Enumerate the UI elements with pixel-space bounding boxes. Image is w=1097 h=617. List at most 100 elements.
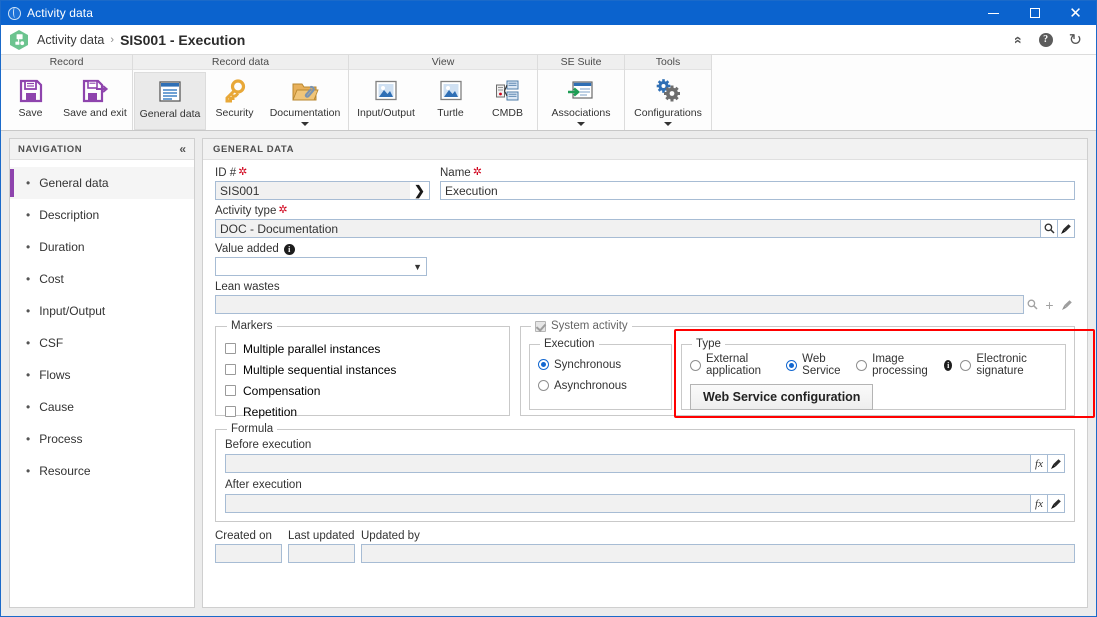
value-added-select[interactable]: ▼ — [215, 257, 427, 276]
after-execution-formula-icon[interactable]: fx — [1031, 494, 1048, 513]
maximize-button[interactable] — [1014, 1, 1055, 25]
navigation-title: NAVIGATION — [18, 143, 83, 155]
associations-icon — [567, 77, 595, 105]
save-and-exit-button[interactable]: Save and exit — [59, 72, 131, 130]
sidebar-item-resource[interactable]: • Resource — [10, 455, 194, 487]
chevron-down-icon[interactable] — [301, 122, 309, 126]
id-field-label: ID # — [215, 167, 430, 179]
sidebar-item-cost[interactable]: • Cost — [10, 263, 194, 295]
sidebar-item-label: Description — [39, 208, 100, 222]
execution-option-synchronous[interactable]: Synchronous — [538, 354, 663, 375]
security-label: Security — [215, 107, 254, 119]
minimize-button[interactable] — [973, 1, 1014, 25]
execution-group: Execution Synchronous Asynchronous — [529, 338, 672, 410]
before-execution-formula-icon[interactable]: fx — [1031, 454, 1048, 473]
cmdb-label: CMDB — [492, 107, 523, 119]
save-button[interactable]: Save — [2, 72, 59, 130]
cmdb-network-icon — [495, 77, 521, 105]
lean-wastes-add-icon[interactable]: + — [1041, 295, 1058, 314]
close-button[interactable]: ✕ — [1055, 1, 1096, 25]
lean-wastes-clear-icon[interactable] — [1058, 295, 1075, 314]
last-updated-input[interactable] — [288, 544, 355, 563]
marker-label: Multiple sequential instances — [243, 362, 397, 377]
turtle-label: Turtle — [437, 107, 464, 119]
security-button[interactable]: Security — [206, 72, 263, 130]
id-lookup-button[interactable]: ❯ — [410, 181, 430, 200]
marker-multiple-parallel-instances[interactable]: Multiple parallel instances — [225, 338, 500, 359]
value-added-label: Value added i — [215, 243, 427, 255]
activity-type-clear-icon[interactable] — [1058, 219, 1075, 238]
execution-option-asynchronous[interactable]: Asynchronous — [538, 375, 663, 396]
general-data-form: ID # ❯ Name — [203, 160, 1095, 563]
updated-by-input[interactable] — [361, 544, 1075, 563]
chevron-down-icon[interactable] — [664, 122, 672, 126]
created-on-input[interactable] — [215, 544, 282, 563]
gears-icon — [654, 77, 682, 105]
radio[interactable] — [538, 359, 549, 370]
id-input[interactable] — [215, 181, 410, 200]
save-and-exit-icon — [81, 77, 109, 105]
sidebar-item-duration[interactable]: • Duration — [10, 231, 194, 263]
sidebar-item-input-output[interactable]: • Input/Output — [10, 295, 194, 327]
marker-repetition[interactable]: Repetition — [225, 401, 500, 422]
marker-label: Repetition — [243, 404, 298, 419]
ribbon-group-se-suite: SE Suite Associations — [538, 55, 625, 130]
cmdb-button[interactable]: CMDB — [479, 72, 536, 130]
required-marker-icon — [238, 168, 248, 178]
before-execution-clear-icon[interactable] — [1048, 454, 1065, 473]
main-panel: GENERAL DATA ID # ❯ — [202, 138, 1095, 608]
minimize-icon — [988, 12, 999, 14]
after-execution-label: After execution — [225, 479, 302, 491]
application-window: Activity data ✕ Activity data › SIS001 -… — [0, 0, 1097, 617]
marker-compensation[interactable]: Compensation — [225, 380, 500, 401]
associations-button[interactable]: Associations — [539, 72, 623, 130]
sidebar-item-cause[interactable]: • Cause — [10, 391, 194, 423]
execution-option-label: Synchronous — [554, 358, 622, 371]
after-execution-clear-icon[interactable] — [1048, 494, 1065, 513]
after-execution-input[interactable] — [225, 494, 1031, 513]
system-activity-checkbox[interactable] — [535, 320, 546, 332]
close-icon: ✕ — [1069, 3, 1082, 22]
page-title: SIS001 - Execution — [120, 31, 246, 48]
breadcrumb-root[interactable]: Activity data — [37, 33, 104, 47]
sidebar-item-description[interactable]: • Description — [10, 199, 194, 231]
radio[interactable] — [538, 380, 549, 391]
documentation-label: Documentation — [269, 107, 341, 119]
lean-wastes-search-icon[interactable] — [1024, 295, 1041, 314]
sidebar-item-general-data[interactable]: • General data — [10, 167, 194, 199]
activity-type-search-icon[interactable] — [1041, 219, 1058, 238]
configurations-label: Configurations — [634, 107, 702, 119]
documentation-button[interactable]: Documentation — [263, 72, 347, 130]
marker-multiple-sequential-instances[interactable]: Multiple sequential instances — [225, 359, 500, 380]
general-data-button[interactable]: General data — [134, 72, 206, 130]
breadcrumb-bar: Activity data › SIS001 - Execution « ? ↻ — [1, 25, 1096, 55]
configurations-button[interactable]: Configurations — [626, 72, 710, 130]
breadcrumb-separator: › — [110, 33, 115, 46]
updated-by-label: Updated by — [361, 530, 420, 542]
before-execution-input[interactable] — [225, 454, 1031, 473]
sidebar-item-label: Cause — [39, 400, 74, 414]
sidebar-item-flows[interactable]: • Flows — [10, 359, 194, 391]
ribbon-toolbar: Record Save Save and exit Record data Ge… — [1, 55, 1096, 131]
collapse-ribbon-icon[interactable]: « — [1011, 36, 1027, 44]
activity-type-input[interactable] — [215, 219, 1041, 238]
checkbox[interactable] — [225, 406, 236, 417]
collapse-sidebar-icon[interactable]: « — [179, 142, 186, 156]
lean-wastes-input[interactable] — [215, 295, 1024, 314]
sidebar-item-csf[interactable]: • CSF — [10, 327, 194, 359]
ribbon-group-record: Record Save Save and exit — [1, 55, 133, 130]
input-output-button[interactable]: Input/Output — [350, 72, 422, 130]
name-input[interactable] — [440, 181, 1075, 200]
general-data-label: General data — [139, 108, 201, 120]
turtle-button[interactable]: Turtle — [422, 72, 479, 130]
help-icon[interactable]: ? — [1038, 32, 1053, 47]
refresh-icon[interactable]: ↻ — [1069, 30, 1082, 50]
title-bar: Activity data ✕ — [1, 1, 1096, 25]
checkbox[interactable] — [225, 385, 236, 396]
sidebar-item-process[interactable]: • Process — [10, 423, 194, 455]
checkbox[interactable] — [225, 364, 236, 375]
info-icon[interactable]: i — [283, 243, 295, 255]
checkbox[interactable] — [225, 343, 236, 354]
chevron-down-icon[interactable] — [577, 122, 585, 126]
sidebar-item-label: Duration — [39, 240, 85, 254]
